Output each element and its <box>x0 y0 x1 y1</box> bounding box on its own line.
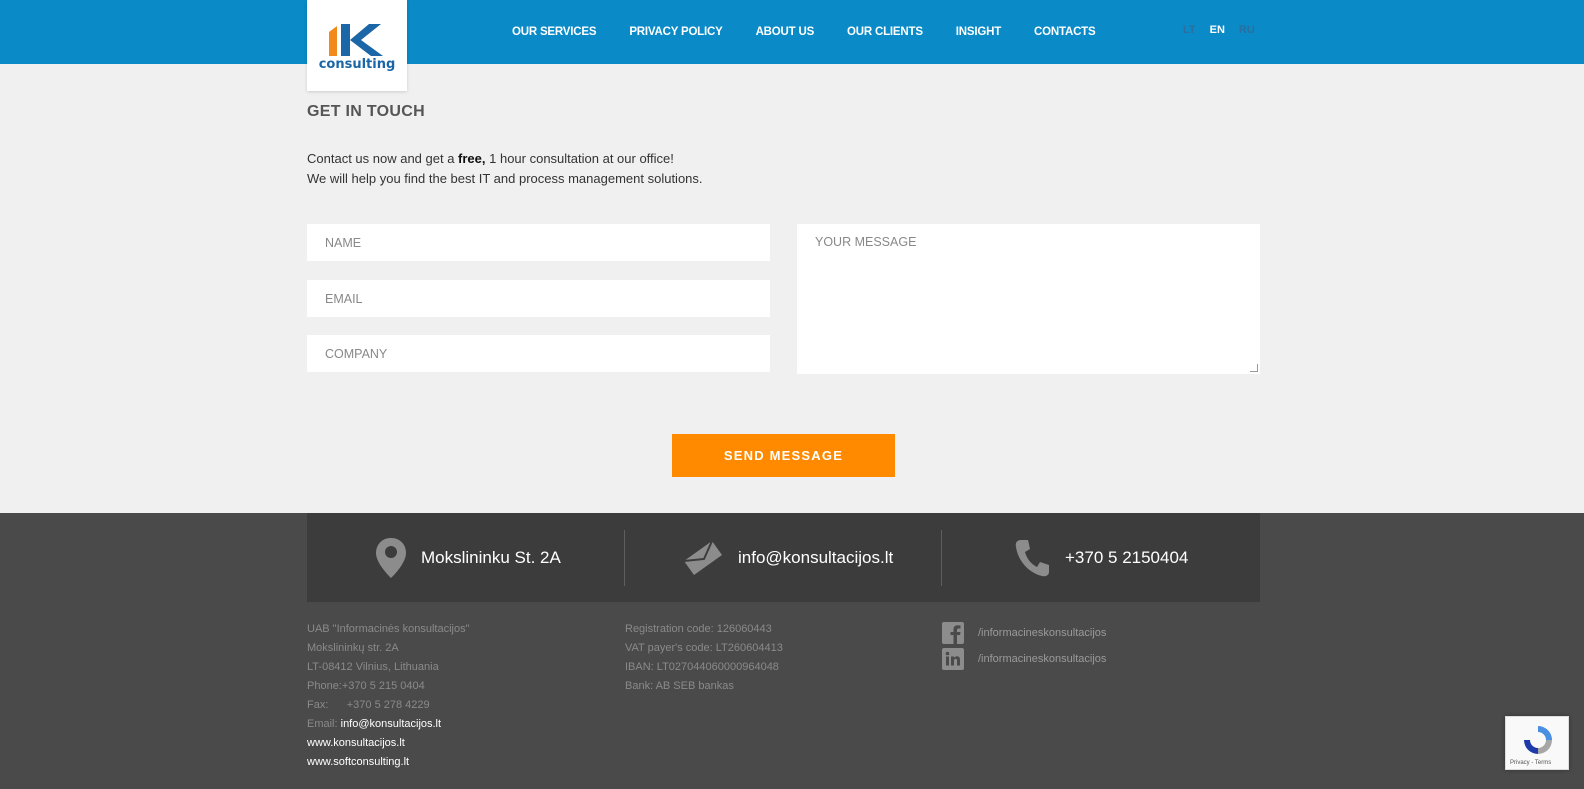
logo[interactable]: consulting <box>307 0 407 91</box>
recaptcha-terms[interactable]: Privacy - Terms <box>1510 760 1551 766</box>
registration-code: Registration code: 126060443 <box>625 623 772 635</box>
divider <box>941 530 942 586</box>
footer-company-info: UAB "Informacinės konsultacijos" Mokslin… <box>307 620 470 772</box>
company-field[interactable]: COMPANY <box>307 335 770 372</box>
divider <box>624 530 625 586</box>
footer: Mokslininku St. 2A info@konsultacijos.lt… <box>0 513 1584 789</box>
facebook-icon <box>942 622 964 644</box>
website-link-1[interactable]: www.konsultacijos.lt <box>307 734 470 753</box>
linkedin-icon <box>942 648 964 670</box>
iban: IBAN: LT027044060000964048 <box>625 661 779 673</box>
company-fax: Fax: +370 5 278 4229 <box>307 699 430 711</box>
company-street: Mokslininkų str. 2A <box>307 642 399 654</box>
company-city: LT-08412 Vilnius, Lithuania <box>307 661 439 673</box>
address-text: Mokslininku St. 2A <box>421 547 561 567</box>
message-placeholder: YOUR MESSAGE <box>815 235 917 249</box>
nav-our-services[interactable]: OUR SERVICES <box>512 26 597 38</box>
nav-our-clients[interactable]: OUR CLIENTS <box>847 26 923 38</box>
nav-privacy-policy[interactable]: PRIVACY POLICY <box>629 26 722 38</box>
location-pin-icon <box>376 537 406 578</box>
recaptcha-badge[interactable]: Privacy - Terms <box>1505 716 1569 770</box>
main-nav: OUR SERVICES PRIVACY POLICY ABOUT US OUR… <box>512 0 1128 64</box>
nav-contacts[interactable]: CONTACTS <box>1034 26 1096 38</box>
header: OUR SERVICES PRIVACY POLICY ABOUT US OUR… <box>0 0 1584 64</box>
email-placeholder: EMAIL <box>325 291 363 306</box>
contact-phone[interactable]: +370 5 2150404 <box>1015 513 1188 602</box>
facebook-link[interactable]: /informacineskonsultacijos <box>942 622 1106 644</box>
contact-email[interactable]: info@konsultacijos.lt <box>682 513 893 602</box>
company-name: UAB "Informacinės konsultacijos" <box>307 623 470 635</box>
company-email: Email: info@konsultacijos.lt <box>307 718 442 730</box>
company-placeholder: COMPANY <box>325 346 388 361</box>
resize-handle-icon[interactable] <box>1250 364 1258 372</box>
logo-mark-icon <box>329 24 383 56</box>
lang-ru[interactable]: RU <box>1239 24 1255 36</box>
language-switcher: LT EN RU <box>1183 24 1269 36</box>
nav-about-us[interactable]: ABOUT US <box>756 26 815 38</box>
linkedin-link[interactable]: /informacineskonsultacijos <box>942 648 1106 670</box>
envelope-icon <box>683 540 722 575</box>
footer-legal-info: Registration code: 126060443 VAT payer's… <box>625 620 783 696</box>
page-title: GET IN TOUCH <box>307 103 425 120</box>
email-text: info@konsultacijos.lt <box>738 547 894 567</box>
logo-text: consulting <box>318 57 396 72</box>
recaptcha-icon <box>1524 726 1552 754</box>
company-email-link[interactable]: info@konsultacijos.lt <box>341 718 441 730</box>
message-field[interactable]: YOUR MESSAGE <box>797 224 1260 374</box>
intro-line-1: Contact us now and get a free, 1 hour co… <box>307 151 674 166</box>
lang-en[interactable]: EN <box>1210 24 1225 36</box>
lang-lt[interactable]: LT <box>1183 24 1196 36</box>
bank: Bank: AB SEB bankas <box>625 680 734 692</box>
phone-icon <box>1015 539 1049 576</box>
contact-address: Mokslininku St. 2A <box>375 513 561 602</box>
contact-strip: Mokslininku St. 2A info@konsultacijos.lt… <box>307 513 1260 602</box>
nav-insight[interactable]: INSIGHT <box>956 26 1001 38</box>
vat-code: VAT payer's code: LT260604413 <box>625 642 783 654</box>
phone-text: +370 5 2150404 <box>1065 547 1189 567</box>
name-placeholder: NAME <box>325 235 362 250</box>
email-field[interactable]: EMAIL <box>307 280 770 317</box>
company-phone: Phone:+370 5 215 0404 <box>307 680 425 692</box>
intro-line-2: We will help you find the best IT and pr… <box>307 171 703 186</box>
website-link-2[interactable]: www.softconsulting.lt <box>307 753 470 772</box>
intro-text: Contact us now and get a free, 1 hour co… <box>307 149 703 189</box>
facebook-handle: /informacineskonsultacijos <box>978 627 1107 639</box>
send-message-button[interactable]: SEND MESSAGE <box>672 434 895 477</box>
name-field[interactable]: NAME <box>307 224 770 261</box>
linkedin-handle: /informacineskonsultacijos <box>978 653 1107 665</box>
